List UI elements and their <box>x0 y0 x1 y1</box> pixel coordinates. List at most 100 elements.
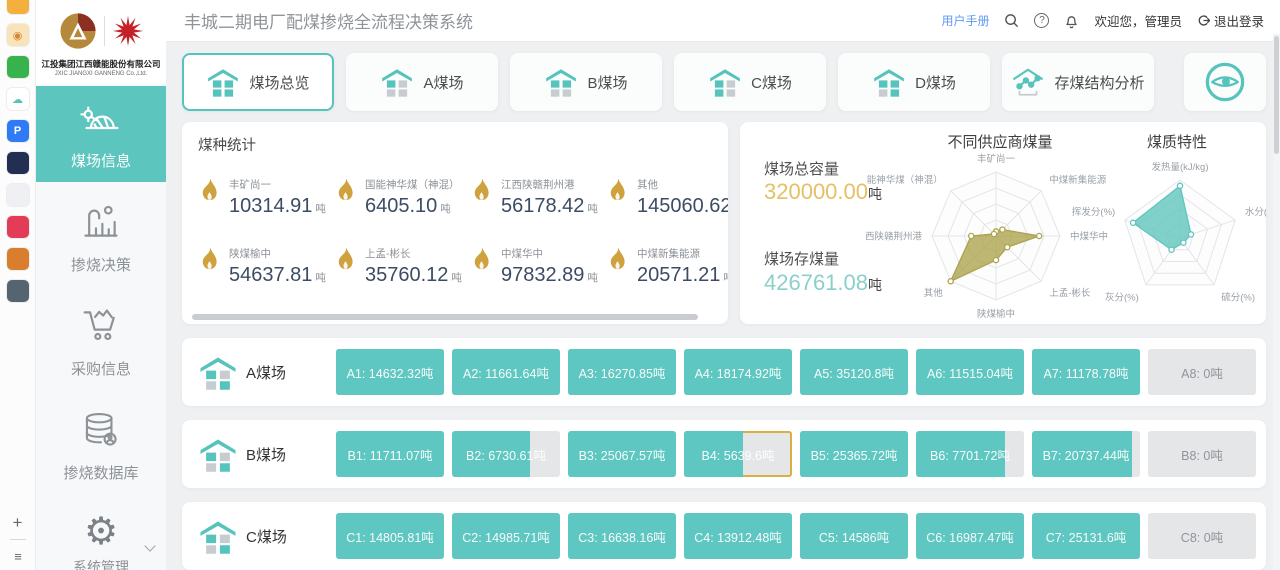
app-doc-icon[interactable] <box>7 184 29 206</box>
page-scrollbar-thumb[interactable] <box>1274 36 1279 154</box>
flame-icon <box>470 177 493 203</box>
cell-label: B8: 0吨 <box>1181 445 1223 464</box>
coal-stat-name: 丰矿尚一 <box>229 177 326 192</box>
yard-cell-A3[interactable]: A3: 16270.85吨 <box>568 349 676 395</box>
yard-cell-B6[interactable]: B6: 7701.72吨 <box>916 431 1024 477</box>
warehouse-icon <box>380 67 414 97</box>
tab-label: 存煤结构分析 <box>1054 72 1144 93</box>
coal-stat-value: 6405.10吨 <box>365 195 460 218</box>
tab-B煤场[interactable]: B煤场 <box>510 53 662 111</box>
eye-icon <box>1204 61 1246 103</box>
sidebar-item-label: 掺烧决策 <box>71 254 131 275</box>
help-icon[interactable]: ? <box>1034 13 1049 28</box>
page-scrollbar[interactable] <box>1273 34 1280 570</box>
dock-add-icon[interactable]: + <box>13 516 23 530</box>
main-area: 丰城二期电厂配煤掺烧全流程决策系统 用户手册 ? 欢迎您，管理员 退出登录 煤场… <box>166 0 1280 570</box>
logout-icon <box>1197 14 1210 27</box>
yard-cell-B5[interactable]: B5: 25365.72吨 <box>800 431 908 477</box>
cell-label: B2: 6730.61吨 <box>466 445 546 464</box>
tab-C煤场[interactable]: C煤场 <box>674 53 826 111</box>
radar-axis-label: 发热量(kJ/kg) <box>1151 161 1208 173</box>
flame-icon <box>606 177 629 203</box>
cell-label: A6: 11515.04吨 <box>927 363 1013 382</box>
cell-label: C5: 14586吨 <box>819 527 889 546</box>
yard-cell-C2[interactable]: C2: 14985.71吨 <box>452 513 560 559</box>
yard-cell-A6[interactable]: A6: 11515.04吨 <box>916 349 1024 395</box>
settings-expand-chevron-icon[interactable] <box>144 540 155 551</box>
yard-label: B煤场 <box>198 437 336 472</box>
coal-stat-item: 中煤华中 97832.89吨 <box>470 246 606 287</box>
tab-D煤场[interactable]: D煤场 <box>838 53 990 111</box>
yard-cell-A5[interactable]: A5: 35120.8吨 <box>800 349 908 395</box>
yard-cell-B4[interactable]: B4: 5639.6吨 <box>684 431 792 477</box>
tab-eye-view[interactable] <box>1184 53 1266 111</box>
cell-label: A2: 11661.64吨 <box>463 363 549 382</box>
yard-name: A煤场 <box>246 362 286 383</box>
yard-cell-A8[interactable]: A8: 0吨 <box>1148 349 1256 395</box>
flame-icon <box>334 177 357 203</box>
yard-cell-C1[interactable]: C1: 14805.81吨 <box>336 513 444 559</box>
gear-icon: ⚙ <box>84 512 118 552</box>
app-game-dark-icon[interactable] <box>7 280 29 302</box>
yard-cell-B3[interactable]: B3: 25067.57吨 <box>568 431 676 477</box>
yard-cell-C4[interactable]: C4: 13912.48吨 <box>684 513 792 559</box>
radar-axis-label: 其他 <box>924 287 944 299</box>
tab-煤场总览[interactable]: 煤场总览 <box>182 53 334 111</box>
app-game-orange-icon[interactable] <box>7 248 29 270</box>
yard-cell-A2[interactable]: A2: 11661.64吨 <box>452 349 560 395</box>
coal-yard-icon <box>79 98 123 142</box>
yard-cell-A4[interactable]: A4: 18174.92吨 <box>684 349 792 395</box>
stats-horizontal-scrollbar[interactable] <box>192 314 698 320</box>
notification-bell-icon[interactable] <box>1064 13 1079 29</box>
yard-cell-A7[interactable]: A7: 11178.78吨 <box>1032 349 1140 395</box>
app-red-icon[interactable] <box>7 216 29 238</box>
yard-cell-C8[interactable]: C8: 0吨 <box>1148 513 1256 559</box>
app-blue-p-icon[interactable]: P <box>7 120 29 142</box>
app-orange-top-icon[interactable] <box>7 0 29 14</box>
radar-axis-label: 水分(%) <box>1245 206 1266 218</box>
sidebar-item-4[interactable]: 掺烧数据库 <box>36 398 166 494</box>
dock-menu-icon[interactable]: ≡ <box>14 549 21 564</box>
tab-label: B煤场 <box>587 72 627 93</box>
warehouse-icon <box>872 67 906 97</box>
app-navy-icon[interactable] <box>7 152 29 174</box>
settings-label: 系统管理 <box>73 557 129 570</box>
yard-cell-B1[interactable]: B1: 11711.07吨 <box>336 431 444 477</box>
yard-label: A煤场 <box>198 355 336 390</box>
yard-cell-B7[interactable]: B7: 20737.44吨 <box>1032 431 1140 477</box>
sidebar-item-1[interactable]: 煤场信息 <box>36 86 166 182</box>
app-green-icon[interactable] <box>7 56 29 78</box>
sidebar-item-settings[interactable]: ⚙ 系统管理 <box>36 512 166 570</box>
capacity-value: 320000.00吨 <box>764 179 882 205</box>
user-manual-link[interactable]: 用户手册 <box>941 12 989 29</box>
yard-cell-C6[interactable]: C6: 16987.47吨 <box>916 513 1024 559</box>
logout-label: 退出登录 <box>1214 11 1264 30</box>
search-icon[interactable] <box>1004 13 1019 28</box>
logout-button[interactable]: 退出登录 <box>1197 11 1264 30</box>
tab-A煤场[interactable]: A煤场 <box>346 53 498 111</box>
coal-stat-value: 54637.81吨 <box>229 264 326 287</box>
coal-stat-value: 145060.62吨 <box>637 195 728 218</box>
sidebar-item-2[interactable]: 掺烧决策 <box>36 190 166 286</box>
cell-label: B7: 20737.44吨 <box>1043 445 1130 464</box>
yard-cell-C5[interactable]: C5: 14586吨 <box>800 513 908 559</box>
coal-stat-value: 97832.89吨 <box>501 264 598 287</box>
company-name-en: JXIC JIANGXI GANNENG Co.,Ltd. <box>45 70 157 76</box>
yard-cell-B2[interactable]: B2: 6730.61吨 <box>452 431 560 477</box>
cell-label: C8: 0吨 <box>1181 527 1223 546</box>
app-cloud-icon[interactable]: ☁ <box>7 88 29 110</box>
coal-stat-item: 江西陕赣荆州港 56178.42吨 <box>470 177 606 218</box>
cell-label: A8: 0吨 <box>1181 363 1223 382</box>
company-logo: 江投集团江西赣能股份有限公司 JXIC JIANGXI GANNENG Co.,… <box>36 0 166 84</box>
app-weibo-icon[interactable]: ◉ <box>7 24 29 46</box>
tab-存煤结构分析[interactable]: 存煤结构分析 <box>1002 53 1154 111</box>
radar-axis-label: 丰矿尚一 <box>977 153 1016 165</box>
yard-cell-A1[interactable]: A1: 14632.32吨 <box>336 349 444 395</box>
yard-cell-B8[interactable]: B8: 0吨 <box>1148 431 1256 477</box>
yard-cell-C3[interactable]: C3: 16638.16吨 <box>568 513 676 559</box>
sidebar-item-3[interactable]: 采购信息 <box>36 294 166 390</box>
radar-axis-label: 灰分(%) <box>1105 292 1139 304</box>
yard-cell-C7[interactable]: C7: 25131.6吨 <box>1032 513 1140 559</box>
coal-stat-name: 江西陕赣荆州港 <box>501 177 598 192</box>
cell-label: C7: 25131.6吨 <box>1046 527 1127 546</box>
